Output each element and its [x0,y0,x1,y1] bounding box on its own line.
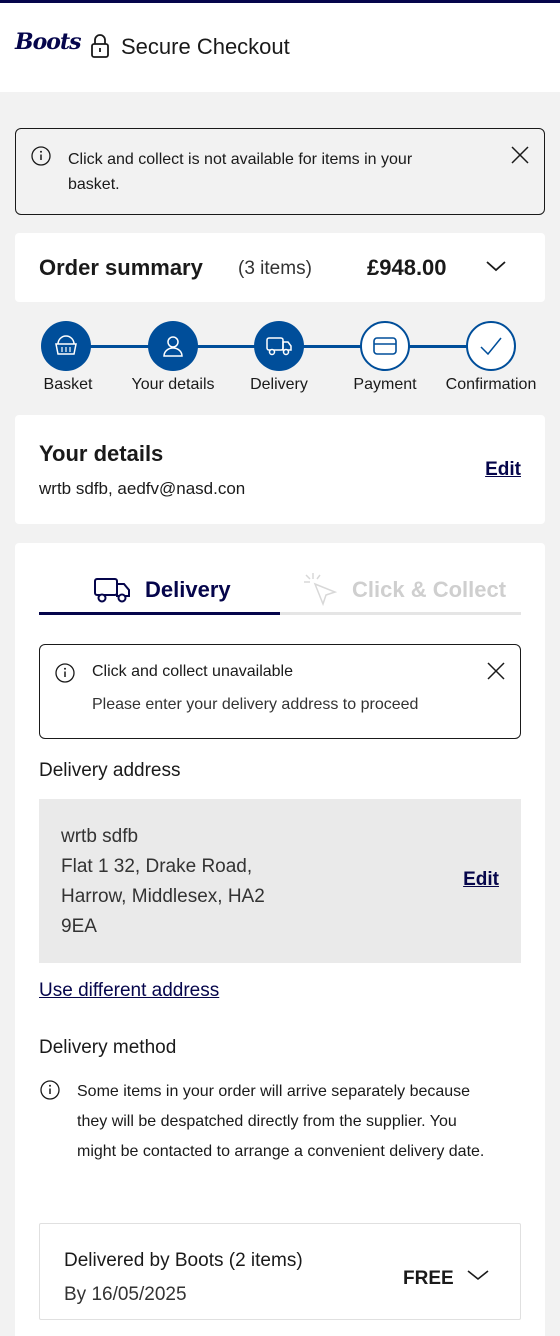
cursor-click-icon [300,569,340,614]
info-icon [30,145,52,172]
delivery-address-box: wrtb sdfb Flat 1 32, Drake Road, Harrow,… [39,799,521,963]
your-details-title: Your details [39,441,164,466]
step-label-basket: Basket [43,376,93,393]
your-details-summary: wrtb sdfb, aedfv@nasd.con [39,479,246,498]
delivery-method-date: By 16/05/2025 [64,1284,187,1305]
card-icon [373,337,397,355]
boots-logo[interactable]: Boots [15,29,81,55]
step-payment[interactable] [360,321,410,371]
step-your-details[interactable] [148,321,198,371]
basket-icon [55,335,77,355]
step-label-your-details: Your details [131,376,215,393]
page-title: Secure Checkout [121,34,290,59]
close-icon[interactable] [486,661,506,686]
alert-subtitle: Please enter your delivery address to pr… [92,696,419,713]
click-collect-alert: Click and collect is not available for i… [15,128,545,215]
your-details-card: Your details wrtb sdfb, aedfv@nasd.con E… [15,415,545,524]
click-collect-unavailable-alert: Click and collect unavailable Please ent… [39,644,521,739]
order-total: £948.00 [367,255,447,280]
edit-address-link[interactable]: Edit [463,869,499,891]
tab-click-collect-label: Click & Collect [352,577,507,602]
delivery-address-label: Delivery address [39,760,181,781]
van-icon [266,337,292,356]
alert-message: Click and collect is not available for i… [68,151,413,193]
address-line: Flat 1 32, Drake Road, [61,856,253,877]
checkout-header: Boots Secure Checkout [0,3,560,92]
address-line: Harrow, Middlesex, HA2 [61,886,265,907]
info-icon [39,1079,61,1106]
van-icon [93,575,131,610]
step-label-payment: Payment [353,376,417,393]
tab-delivery-label: Delivery [145,577,231,602]
use-different-address-link[interactable]: Use different address [39,980,219,1002]
order-summary-title: Order summary [39,255,203,280]
checkout-progress: Basket Your details Delivery Payment Con… [0,318,560,398]
address-line: 9EA [61,916,97,937]
person-icon [163,336,183,357]
delivery-method-title: Delivered by Boots (2 items) [64,1250,303,1271]
tab-click-collect[interactable]: Click & Collect [280,571,521,615]
step-label-delivery: Delivery [250,376,308,393]
info-icon [54,662,76,689]
step-basket[interactable] [41,321,91,371]
step-delivery[interactable] [254,321,304,371]
step-label-confirmation: Confirmation [445,376,537,393]
delivery-note-text: Some items in your order will arrive sep… [77,1083,485,1160]
delivery-method-label: Delivery method [39,1037,177,1058]
order-summary[interactable]: Order summary (3 items) £948.00 [15,233,545,302]
delivery-method-option[interactable]: Delivered by Boots (2 items) By 16/05/20… [39,1223,521,1320]
step-confirmation[interactable] [466,321,516,371]
chevron-down-icon[interactable] [466,1268,490,1287]
alert-title: Click and collect unavailable [92,663,293,680]
check-icon [480,337,502,356]
address-line: wrtb sdfb [61,826,139,847]
lock-icon [90,33,110,64]
edit-details-link[interactable]: Edit [485,459,521,481]
delivery-method-price: FREE [403,1268,454,1289]
close-icon[interactable] [510,145,530,170]
tab-delivery[interactable]: Delivery [39,571,280,615]
delivery-card: Delivery Click & Collect Click and colle… [15,543,545,1336]
order-item-count: (3 items) [238,258,312,279]
chevron-down-icon[interactable] [485,259,507,278]
